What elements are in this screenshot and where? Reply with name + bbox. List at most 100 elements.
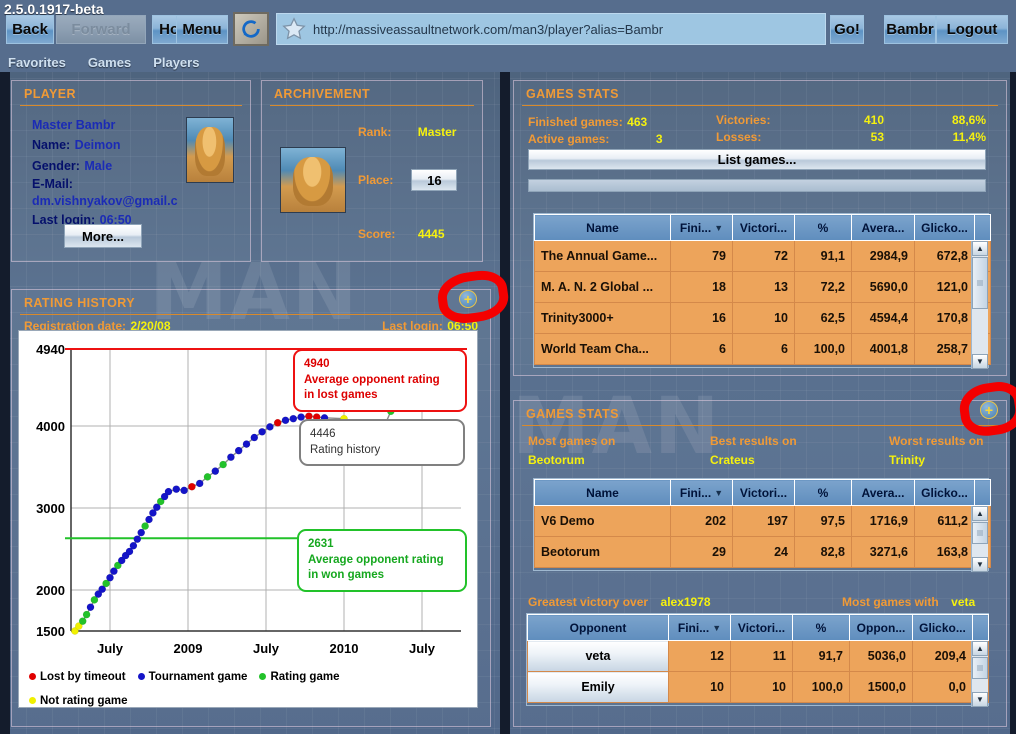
opp-col-opponent-rating[interactable]: Oppon... [849, 614, 913, 641]
top-col-victories[interactable]: Victori... [732, 214, 795, 241]
cell: 10 [730, 671, 793, 703]
cell: 79 [670, 240, 733, 272]
bottom-table-scrollbar[interactable]: ▲ ▼ [971, 506, 988, 572]
top-col-finished[interactable]: Fini... ▼ [670, 214, 733, 241]
nav-link-favorites[interactable]: Favorites [8, 55, 66, 70]
greatest-victory-value: alex1978 [660, 595, 711, 609]
legend-label-1: Tournament game [148, 671, 248, 683]
cell: 3271,6 [851, 536, 915, 568]
opp-col-percent[interactable]: % [792, 614, 850, 641]
player-email-label: E-Mail: [32, 177, 73, 192]
top-col-percent[interactable]: % [794, 214, 852, 241]
opp-table-header-row: Opponent Fini... ▼ Victori... % Oppon... … [527, 614, 989, 641]
svg-text:July: July [253, 641, 280, 656]
scroll-down-button[interactable]: ▼ [972, 354, 988, 369]
opp-col-finished[interactable]: Fini... ▼ [668, 614, 731, 641]
scroll-thumb[interactable] [972, 257, 988, 309]
cell: M. A. N. 2 Global ... [534, 271, 671, 303]
cell: 121,0 [914, 271, 975, 303]
scroll-up-button[interactable]: ▲ [972, 241, 988, 256]
table-row[interactable]: M. A. N. 2 Global ... 18 13 72,2 5690,0 … [534, 271, 991, 303]
player-more-button[interactable]: More... [64, 224, 142, 248]
games-stats-top-table: Name Fini... ▼ Victori... % Avera... Glic… [533, 213, 991, 369]
cell: 209,4 [912, 640, 973, 672]
expand-rating-history-button[interactable]: + [459, 290, 477, 308]
top-table-scrollbar[interactable]: ▲ ▼ [971, 241, 988, 369]
games-stats-top-rule [522, 105, 998, 106]
cell: 163,8 [914, 536, 975, 568]
bot-col-percent[interactable]: % [794, 479, 852, 506]
player-details: Master Bambr Name: Deimon Gender: Male E… [32, 117, 178, 231]
bot-col-victories[interactable]: Victori... [732, 479, 795, 506]
table-row[interactable]: Trinity3000+ 16 10 62,5 4594,4 170,8 [534, 302, 991, 334]
cell: 1716,9 [851, 505, 915, 537]
opp-col-glicko[interactable]: Glicko... [912, 614, 973, 641]
achievement-score-row: Score: 4445 [358, 225, 445, 243]
scroll-up-button[interactable]: ▲ [972, 506, 988, 521]
favorite-star-icon[interactable] [281, 16, 307, 42]
active-games-row: Active games: 3 [528, 130, 663, 148]
top-table: Name Fini... ▼ Victori... % Avera... Glic… [534, 214, 991, 365]
table-row[interactable]: veta 12 11 91,7 5036,0 209,4 [527, 640, 989, 672]
cell: 100,0 [792, 671, 850, 703]
opponents-table-scrollbar[interactable]: ▲ ▼ [971, 641, 988, 707]
top-col-spacer [974, 214, 991, 241]
cell: 4594,4 [851, 302, 915, 334]
player-name-value: Deimon [74, 137, 121, 152]
svg-text:2000: 2000 [36, 583, 65, 598]
table-row[interactable]: The Annual Game... 79 72 91,1 2984,9 672… [534, 240, 991, 272]
scroll-up-button[interactable]: ▲ [972, 641, 988, 656]
opp-col-victories[interactable]: Victori... [730, 614, 793, 641]
cell: 611,2 [914, 505, 975, 537]
top-col-glicko[interactable]: Glicko... [914, 214, 975, 241]
player-panel: PLAYER Master Bambr Name: Deimon Gender:… [11, 80, 251, 262]
victories-label: Victories: [716, 113, 771, 127]
scroll-down-button[interactable]: ▼ [972, 557, 988, 572]
bot-col-finished[interactable]: Fini... ▼ [670, 479, 733, 506]
user-button[interactable]: Bambr [884, 15, 936, 44]
nav-link-games[interactable]: Games [88, 55, 131, 70]
go-button[interactable]: Go! [830, 15, 864, 44]
sort-descending-icon: ▼ [714, 223, 724, 234]
cell: 82,8 [794, 536, 852, 568]
reload-icon[interactable] [233, 12, 269, 46]
opp-col-opponent[interactable]: Opponent [527, 614, 669, 641]
scroll-thumb[interactable] [972, 522, 988, 544]
nav-link-players[interactable]: Players [153, 55, 199, 70]
player-panel-title: PLAYER [24, 87, 76, 101]
bot-col-average[interactable]: Avera... [851, 479, 915, 506]
expand-games-stats-button[interactable]: + [980, 401, 998, 419]
player-name-label: Name: [32, 137, 71, 152]
scroll-down-button[interactable]: ▼ [972, 692, 988, 707]
menu-button[interactable]: Menu [176, 15, 228, 44]
top-col-name[interactable]: Name [534, 214, 671, 241]
address-bar[interactable]: http://massiveassaultnetwork.com/man3/pl… [276, 13, 826, 45]
center-gutter [500, 72, 510, 734]
reload-glyph [242, 20, 260, 38]
victories-value: 410 [863, 113, 884, 127]
top-col-average[interactable]: Avera... [851, 214, 915, 241]
callout-won-line2: in won games [308, 569, 385, 582]
cell: 97,5 [794, 505, 852, 537]
callout-history-line1: Rating history [310, 443, 381, 456]
table-row[interactable]: World Team Cha... 6 6 100,0 4001,8 258,7 [534, 333, 991, 365]
bottom-table: Name Fini... ▼ Victori... % Avera... Glic… [534, 479, 991, 568]
bot-col-glicko[interactable]: Glicko... [914, 479, 975, 506]
logout-button[interactable]: Logout [936, 15, 1008, 44]
svg-text:3000: 3000 [36, 501, 65, 516]
cell: 29 [670, 536, 733, 568]
achievement-panel: ARCHIVEMENT Rank: Master Place: 16 Score… [261, 80, 483, 262]
back-button[interactable]: Back [6, 15, 54, 44]
bot-col-name[interactable]: Name [534, 479, 671, 506]
most-games-with-label: Most games with [842, 595, 939, 609]
callout-history-value: 4446 [310, 428, 336, 440]
scroll-thumb[interactable] [972, 657, 988, 679]
opp-table-body: veta 12 11 91,7 5036,0 209,4 Emily 10 10… [527, 640, 989, 703]
table-row[interactable]: V6 Demo 202 197 97,5 1716,9 611,2 [534, 505, 991, 537]
table-row[interactable]: Emily 10 10 100,0 1500,0 0,0 [527, 671, 989, 703]
top-col-finished-label: Fini... [679, 220, 712, 235]
bottom-table-header-row: Name Fini... ▼ Victori... % Avera... Glic… [534, 479, 991, 506]
list-games-button[interactable]: List games... [528, 149, 986, 170]
player-gender-label: Gender: [32, 158, 80, 173]
table-row[interactable]: Beotorum 29 24 82,8 3271,6 163,8 [534, 536, 991, 568]
